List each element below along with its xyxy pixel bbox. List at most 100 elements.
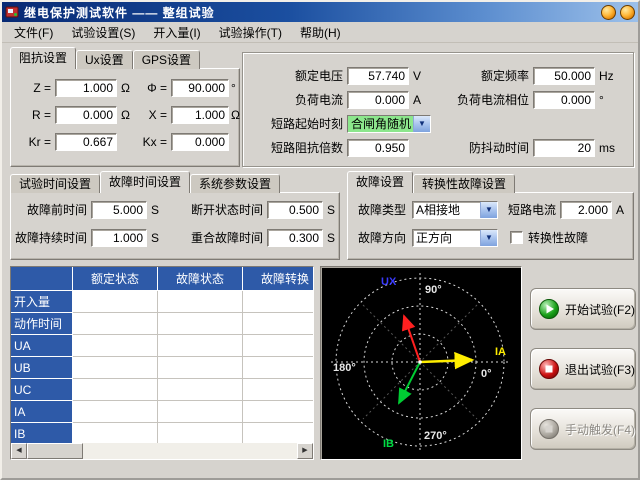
table-cell[interactable] [158, 313, 243, 335]
debounce-time-unit: ms [599, 139, 615, 157]
scroll-left-button[interactable]: ◀ [11, 443, 27, 459]
table-cell[interactable] [243, 379, 314, 401]
menu-item-test-operation[interactable]: 试验操作(T) [210, 22, 291, 43]
kr-label: Kr = [13, 133, 51, 151]
menu-item-help[interactable]: 帮助(H) [291, 22, 350, 43]
tab-fault-settings[interactable]: 故障设置 [347, 171, 413, 193]
close-button[interactable] [620, 5, 635, 20]
table-cell[interactable] [73, 423, 158, 445]
open-state-time-unit: S [327, 201, 335, 219]
table-cell[interactable] [73, 401, 158, 423]
table-cell[interactable] [73, 291, 158, 313]
tab-impedance-settings[interactable]: 阻抗设置 [10, 47, 76, 69]
deg270-label: 270° [424, 430, 447, 442]
open-state-time-field[interactable]: 0.500 [267, 201, 323, 219]
x-field[interactable]: 1.000 [171, 106, 229, 124]
exit-test-label: 退出试验(F3) [565, 361, 635, 378]
deg180-label: 180° [333, 362, 356, 374]
ia-vector [420, 360, 472, 362]
fault-direction-combo[interactable]: 正方向 ▼ [412, 229, 498, 247]
reclose-fault-time-field[interactable]: 0.300 [267, 229, 323, 247]
fault-pre-time-field[interactable]: 5.000 [91, 201, 147, 219]
table-row: 动作时间 [11, 313, 313, 335]
chevron-down-icon[interactable]: ▼ [480, 230, 497, 246]
vector-scope: UX 90° IA 0° 180° 270° IB [321, 267, 519, 457]
z-label: Z = [13, 79, 51, 97]
short-circuit-current-field[interactable]: 2.000 [560, 201, 612, 219]
rated-frequency-field[interactable]: 50.000 [533, 67, 595, 85]
table-header-cell: 额定状态 [73, 267, 158, 291]
minimize-button[interactable] [601, 5, 616, 20]
table-cell[interactable] [73, 379, 158, 401]
scroll-right-button[interactable]: ▶ [297, 443, 313, 459]
table-cell[interactable] [158, 423, 243, 445]
fault-type-value: A相接地 [413, 202, 480, 218]
scroll-thumb[interactable] [27, 443, 83, 459]
menu-item-test-settings[interactable]: 试验设置(S) [62, 22, 144, 43]
scroll-track[interactable] [83, 443, 297, 459]
fault-type-label: 故障类型 [358, 201, 406, 219]
debounce-time-label: 防抖动时间 [427, 139, 529, 157]
short-circuit-start-combo[interactable]: 合闸角随机 ▼ [347, 115, 431, 133]
table-row-label: UC [11, 379, 73, 401]
table-cell[interactable] [158, 335, 243, 357]
tab-system-param-settings[interactable]: 系统参数设置 [190, 174, 280, 193]
ib-axis-label: IB [383, 438, 394, 450]
menubar: 文件(F) 试验设置(S) 开入量(I) 试验操作(T) 帮助(H) [2, 22, 640, 43]
manual-trigger-button[interactable]: 手动触发(F4) [530, 408, 636, 450]
rated-voltage-field[interactable]: 57.740 [347, 67, 409, 85]
load-current-field[interactable]: 0.000 [347, 91, 409, 109]
table-row-label: IA [11, 401, 73, 423]
table-cell[interactable] [243, 313, 314, 335]
titlebar[interactable]: 继电保护测试软件 —— 整组试验 [2, 2, 638, 22]
kr-field[interactable]: 0.667 [55, 133, 117, 151]
phi-field[interactable]: 90.000 [171, 79, 229, 97]
exit-test-button[interactable]: 退出试验(F3) [530, 348, 636, 390]
menu-item-file[interactable]: 文件(F) [5, 22, 62, 43]
fault-type-combo[interactable]: A相接地 ▼ [412, 201, 498, 219]
chevron-down-icon[interactable]: ▼ [413, 116, 430, 132]
table-cell[interactable] [243, 401, 314, 423]
start-test-button[interactable]: 开始试验(F2) [530, 288, 636, 330]
fault-duration-unit: S [151, 229, 159, 247]
short-circuit-current-unit: A [616, 201, 624, 219]
status-table-header: 额定状态 故障状态 故障转换 [11, 267, 313, 291]
app-icon [5, 5, 19, 19]
table-cell[interactable] [73, 357, 158, 379]
fault-duration-field[interactable]: 1.000 [91, 229, 147, 247]
r-field[interactable]: 0.000 [55, 106, 117, 124]
table-cell[interactable] [158, 401, 243, 423]
table-cell[interactable] [243, 423, 314, 445]
tab-test-time-settings[interactable]: 试验时间设置 [10, 174, 100, 193]
table-row-label: 开入量 [11, 291, 73, 313]
debounce-time-field[interactable]: 20 [533, 139, 595, 157]
kx-label: Kx = [133, 133, 167, 151]
kx-field[interactable]: 0.000 [171, 133, 229, 151]
h-scrollbar[interactable]: ◀ ▶ [11, 443, 313, 459]
convertible-fault-checkbox[interactable] [510, 231, 523, 244]
tab-convertible-fault-settings[interactable]: 转换性故障设置 [413, 174, 515, 193]
ux-axis-label: UX [381, 276, 397, 288]
time-settings-panel: 故障前时间 5.000 S 断开状态时间 0.500 S 故障持续时间 1.00… [10, 192, 340, 260]
load-current-phase-field[interactable]: 0.000 [533, 91, 595, 109]
table-cell[interactable] [243, 291, 314, 313]
tab-ux-settings[interactable]: Ux设置 [76, 50, 133, 69]
load-current-unit: A [413, 91, 421, 109]
impedance-multiplier-field[interactable]: 0.950 [347, 139, 409, 157]
menu-item-binary-input[interactable]: 开入量(I) [144, 22, 209, 43]
table-cell[interactable] [73, 335, 158, 357]
table-cell[interactable] [158, 379, 243, 401]
table-row-label: IB [11, 423, 73, 445]
table-cell[interactable] [158, 291, 243, 313]
table-cell[interactable] [243, 335, 314, 357]
table-row-label: UA [11, 335, 73, 357]
phi-label: Φ = [133, 79, 167, 97]
table-cell[interactable] [73, 313, 158, 335]
table-cell[interactable] [158, 357, 243, 379]
tab-fault-time-settings[interactable]: 故障时间设置 [100, 171, 190, 193]
load-current-phase-unit: ° [599, 91, 604, 109]
chevron-down-icon[interactable]: ▼ [480, 202, 497, 218]
tab-gps-settings[interactable]: GPS设置 [133, 50, 200, 69]
table-cell[interactable] [243, 357, 314, 379]
z-field[interactable]: 1.000 [55, 79, 117, 97]
